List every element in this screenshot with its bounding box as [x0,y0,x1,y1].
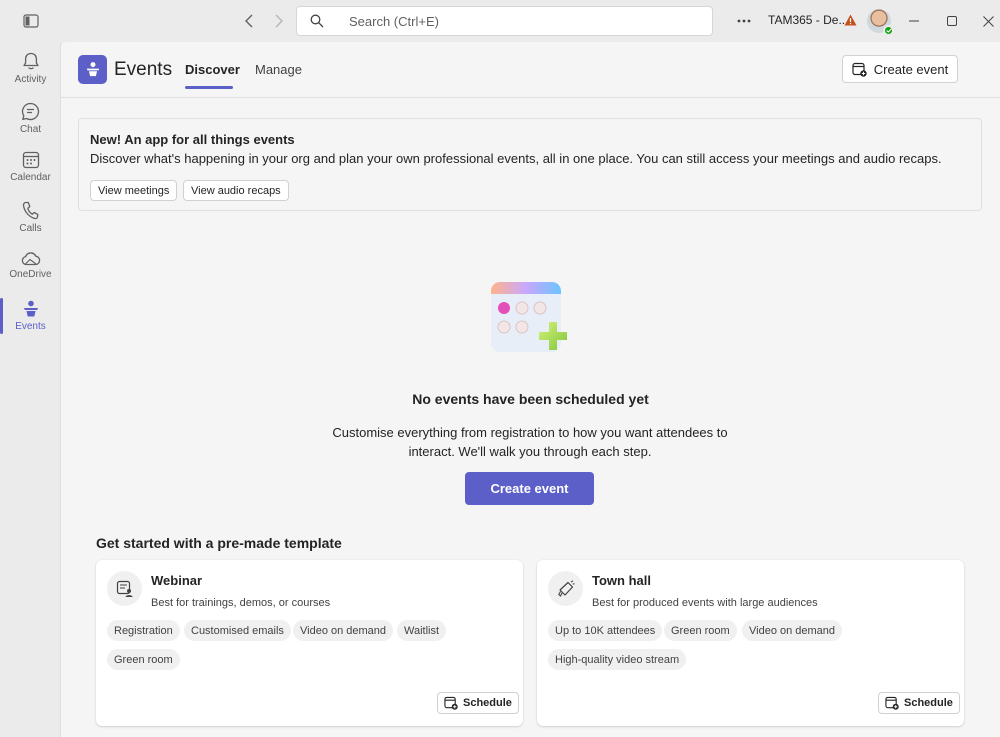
schedule-webinar-button[interactable]: Schedule [437,692,519,714]
template-title: Town hall [592,573,651,588]
rail-label: Events [15,321,46,332]
banner-title: New! An app for all things events [90,132,295,147]
phone-icon [22,201,39,219]
close-icon[interactable] [980,12,996,30]
rail-label: Calendar [10,172,51,183]
tenant-name[interactable]: TAM365 - De... [768,13,848,27]
empty-state-text: Customise everything from registration t… [332,425,728,459]
schedule-town-hall-button[interactable]: Schedule [878,692,960,714]
schedule-label: Schedule [463,697,512,709]
template-card-webinar[interactable]: Webinar Best for trainings, demos, or co… [96,560,523,726]
calendar-add-icon [885,696,899,710]
tab-manage[interactable]: Manage [255,62,302,77]
feature-chip: Up to 10K attendees [548,620,663,641]
feature-chip: Registration [107,620,180,641]
search-input[interactable]: Search (Ctrl+E) [296,6,713,36]
rail-item-calls[interactable]: Calls [0,193,61,241]
templates-heading: Get started with a pre-made template [96,535,342,551]
rail-item-events[interactable]: Events [0,292,61,340]
feature-chip: Green room [107,649,180,670]
rail-label: Calls [19,222,42,234]
feature-chip: High-quality video stream [548,649,687,670]
calendar-add-icon [852,62,867,77]
rail-label: Chat [19,123,42,135]
sidebar-toggle-icon[interactable] [22,12,40,30]
calendar-icon [22,151,39,169]
banner-text: Discover what's happening in your org an… [90,151,942,166]
avatar[interactable] [867,9,894,36]
app-header: Events Discover Manage Create event [61,42,1000,98]
back-icon[interactable] [240,12,258,30]
create-event-header-button[interactable]: Create event [842,55,958,83]
bell-icon [22,52,39,69]
maximize-icon[interactable] [944,12,960,30]
empty-state-illustration [489,280,577,360]
app-rail: Activity Chat Calendar Calls OneDrive Ev… [0,42,61,737]
webinar-icon [107,571,142,606]
template-description: Best for produced events with large audi… [592,597,818,609]
chat-icon [21,102,40,120]
announcement-banner: New! An app for all things events Discov… [78,118,982,211]
create-event-button[interactable]: Create event [465,472,594,505]
events-icon [23,300,38,317]
forward-icon[interactable] [270,12,288,30]
page-title: Events [114,59,173,80]
template-title: Webinar [151,573,203,588]
rail-item-chat[interactable]: Chat [0,94,61,142]
template-card-town-hall[interactable]: Town hall Best for produced events with … [537,560,964,726]
cloud-icon [21,252,40,266]
rail-label: OneDrive [9,269,52,280]
feature-chip: Waitlist [397,620,447,641]
more-icon[interactable] [734,12,754,30]
tab-discover[interactable]: Discover [185,62,240,77]
empty-state-title: No events have been scheduled yet [412,391,649,407]
schedule-label: Schedule [904,697,953,709]
search-placeholder: Search (Ctrl+E) [349,13,439,29]
template-description: Best for trainings, demos, or courses [151,597,331,609]
feature-chip: Video on demand [742,620,843,641]
events-main: Events Discover Manage Create event New!… [61,42,1000,737]
rail-item-onedrive[interactable]: OneDrive [0,242,61,290]
view-audio-recaps-button[interactable]: View audio recaps [183,180,289,201]
feature-chip: Green room [664,620,737,641]
minimize-icon[interactable] [906,12,922,30]
title-bar: Search (Ctrl+E) TAM365 - De... [0,0,1000,42]
tab-active-indicator [185,86,233,89]
create-event-label: Create event [873,61,949,77]
view-meetings-button[interactable]: View meetings [90,180,178,201]
presence-available-icon [883,25,894,36]
feature-chip: Customised emails [184,620,291,641]
rail-item-activity[interactable]: Activity [0,44,61,92]
search-icon [297,14,337,28]
warning-icon[interactable] [843,13,857,27]
calendar-add-icon [444,696,458,710]
events-app-icon [78,55,107,84]
rail-label: Activity [14,73,47,85]
feature-chip: Video on demand [293,620,394,641]
megaphone-icon [548,571,583,606]
rail-item-calendar[interactable]: Calendar [0,143,61,191]
